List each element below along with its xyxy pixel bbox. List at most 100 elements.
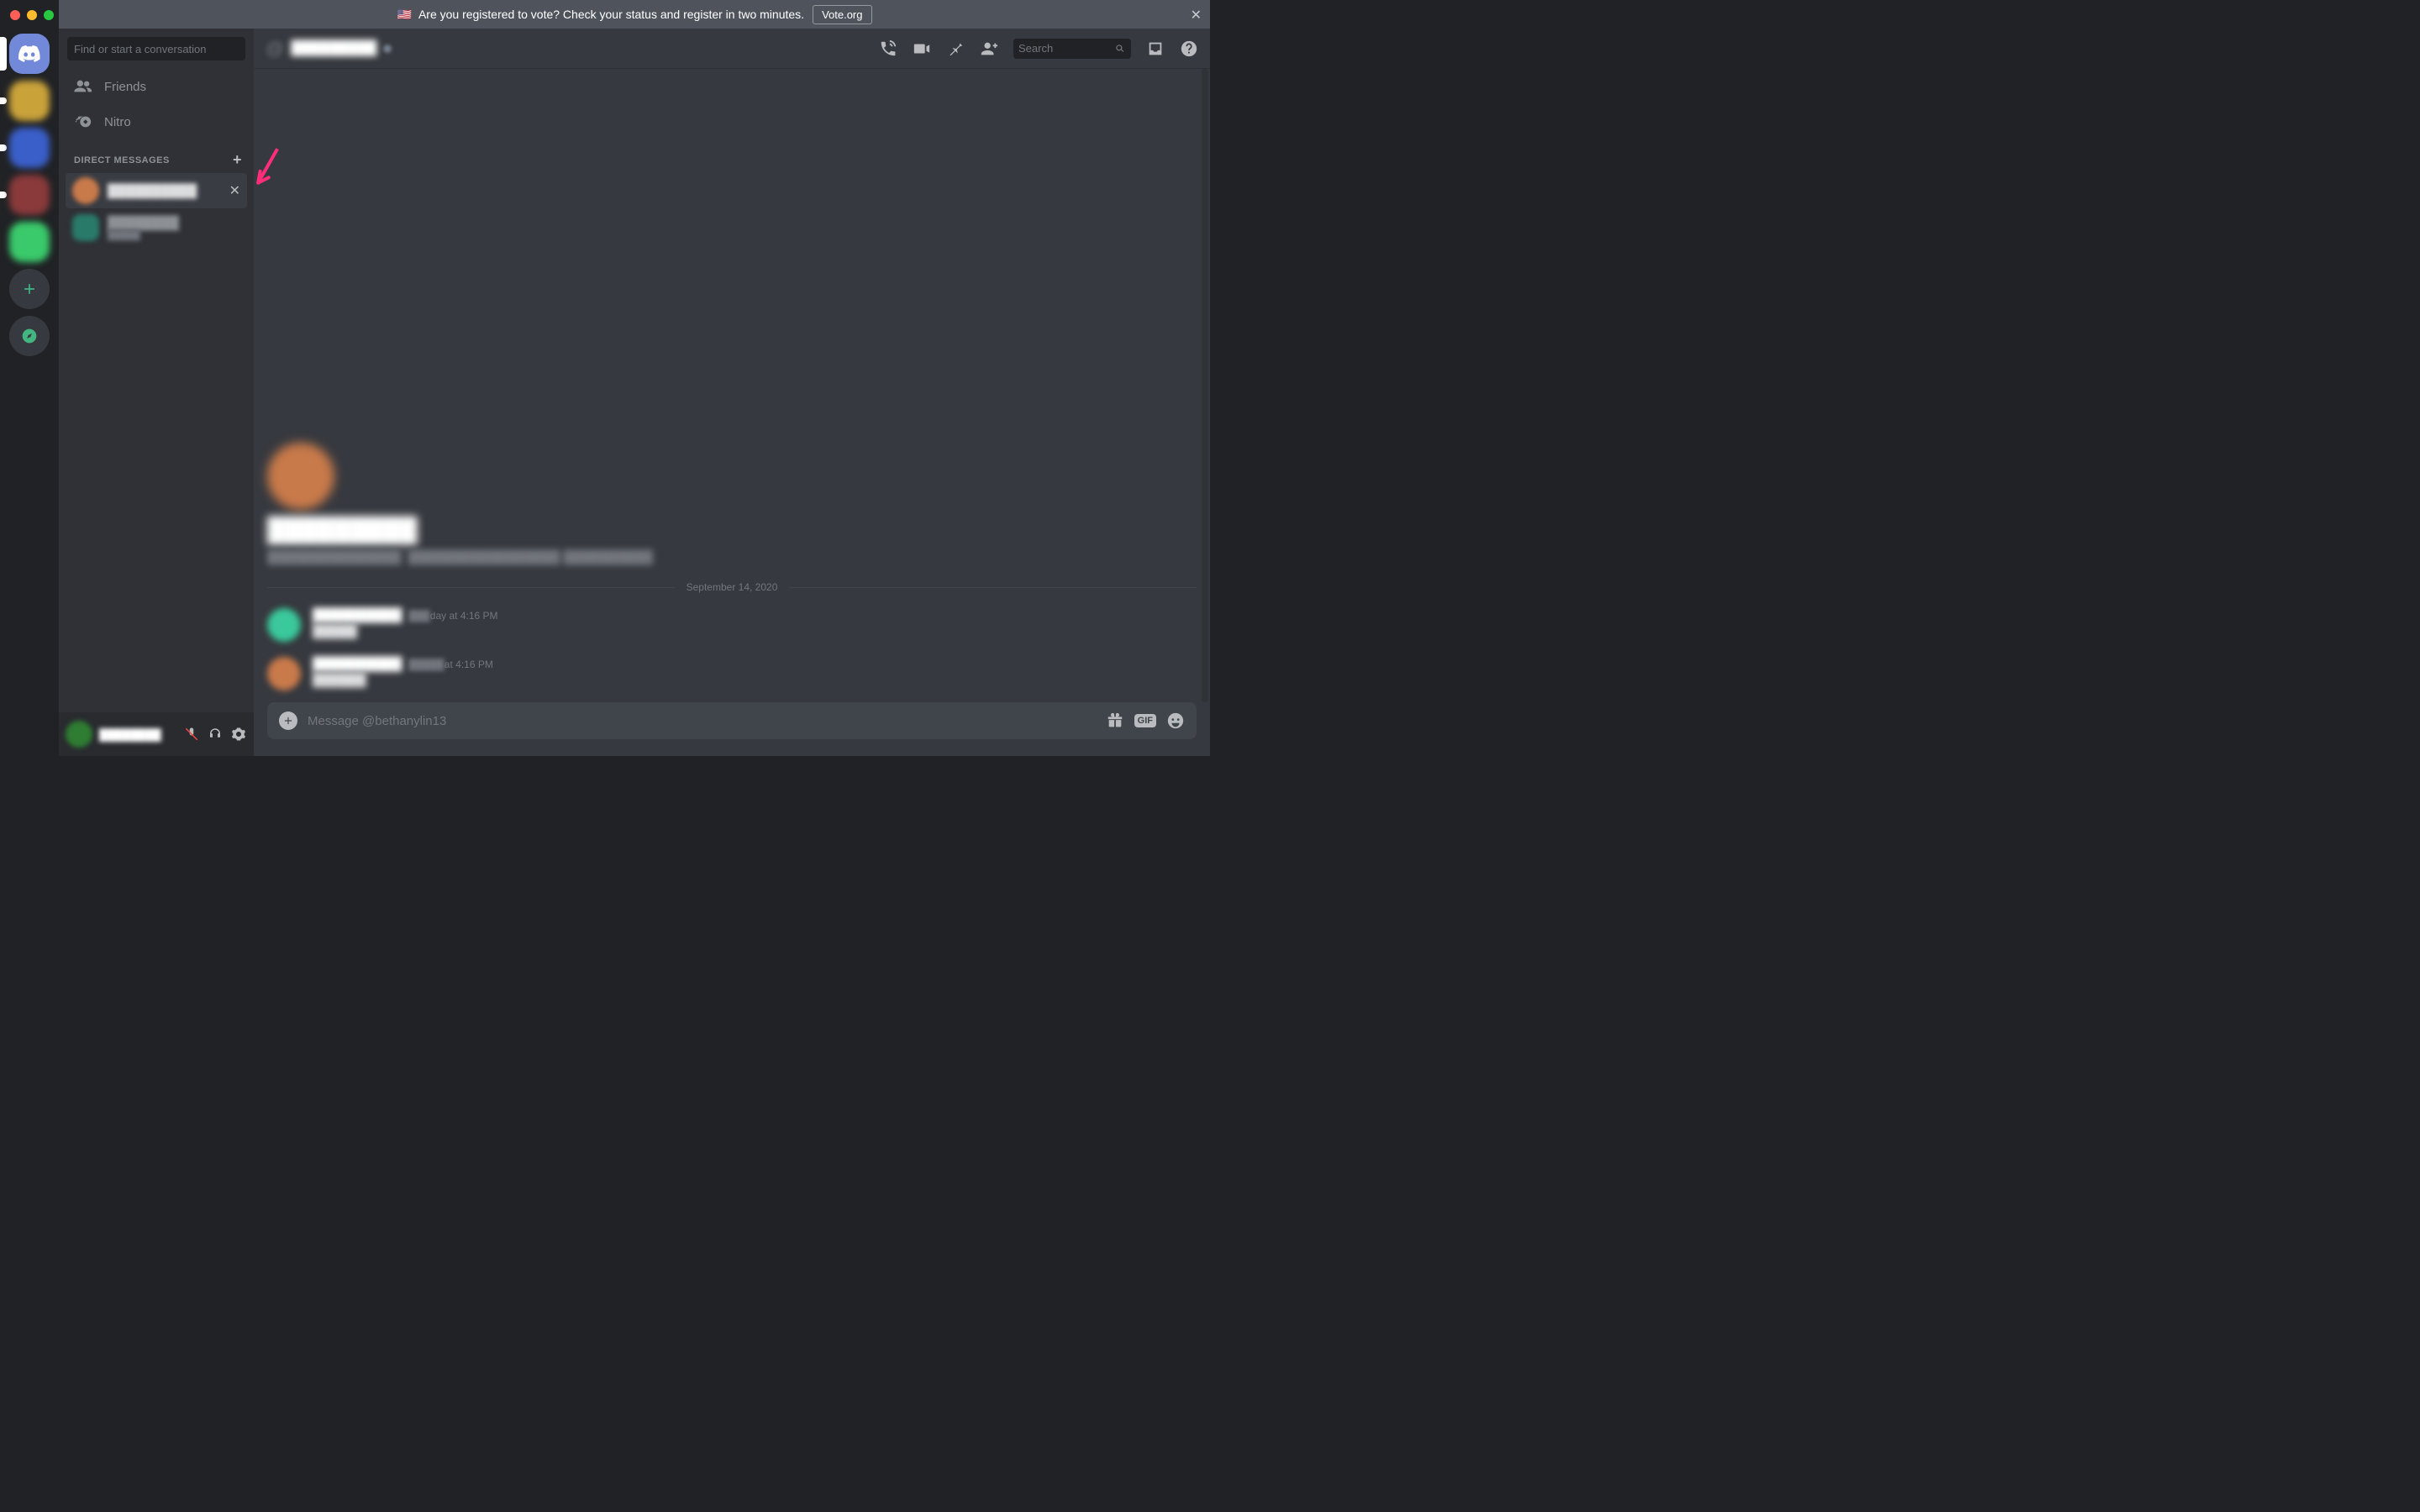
unread-pill xyxy=(0,97,7,104)
gif-label: GIF xyxy=(1134,714,1156,727)
divider-date: September 14, 2020 xyxy=(681,581,783,593)
plus-icon xyxy=(282,715,294,727)
inbox-icon xyxy=(1146,39,1165,58)
avatar xyxy=(267,443,334,510)
search-input[interactable]: Search xyxy=(1013,39,1131,59)
flag-icon: 🇺🇸 xyxy=(397,8,412,22)
minimize-window-button[interactable] xyxy=(27,10,37,20)
dm-name: ██████████ xyxy=(108,184,197,198)
dm-name: ████████ xyxy=(108,216,179,230)
message-timestamp: ███day at 4:16 PM xyxy=(408,610,497,622)
server-icon[interactable] xyxy=(9,128,50,168)
dm-welcome: █████████ ███████████████ ██████████████… xyxy=(267,434,1197,570)
emoji-icon xyxy=(1166,711,1185,730)
close-icon[interactable]: ✕ xyxy=(229,182,240,199)
dm-subtext: █████ xyxy=(108,230,179,240)
start-voice-call-button[interactable] xyxy=(879,39,897,58)
pinned-messages-button[interactable] xyxy=(946,39,965,58)
server-icon[interactable] xyxy=(9,81,50,121)
avatar xyxy=(267,608,301,642)
dm-sidebar: Find or start a conversation Friends Nit… xyxy=(59,29,254,756)
gift-icon xyxy=(1106,711,1124,730)
avatar xyxy=(72,177,99,204)
nitro-tab[interactable]: Nitro xyxy=(66,104,247,139)
friends-icon xyxy=(74,77,92,96)
gear-icon xyxy=(231,727,246,742)
gif-button[interactable]: GIF xyxy=(1134,714,1156,727)
message-content: ██████ xyxy=(313,673,493,687)
avatar xyxy=(72,214,99,241)
chat-messages: █████████ ███████████████ ██████████████… xyxy=(254,69,1210,702)
scrollbar[interactable] xyxy=(1202,69,1208,702)
date-divider: September 14, 2020 xyxy=(267,581,1197,593)
message-composer: GIF xyxy=(267,702,1197,739)
find-conversation-input[interactable]: Find or start a conversation xyxy=(67,37,245,60)
deafen-button[interactable] xyxy=(207,726,224,743)
discord-logo-icon xyxy=(18,42,41,66)
mute-mic-button[interactable] xyxy=(183,726,200,743)
dm-item[interactable]: ██████████ ✕ xyxy=(66,173,247,208)
user-avatar[interactable] xyxy=(66,721,92,748)
message: ██████████ ███day at 4:16 PM █████ xyxy=(267,605,1197,654)
dm-header-label: DIRECT MESSAGES xyxy=(74,155,170,165)
at-icon: @ xyxy=(266,38,284,60)
pin-icon xyxy=(946,39,965,58)
window-traffic-lights xyxy=(10,10,54,20)
emoji-button[interactable] xyxy=(1166,711,1185,730)
home-button[interactable] xyxy=(9,34,50,74)
help-icon xyxy=(1180,39,1198,58)
close-icon[interactable]: ✕ xyxy=(1191,7,1202,24)
message: ██████████ █████at 4:16 PM ██████ xyxy=(267,654,1197,702)
compass-icon xyxy=(21,328,38,344)
headphones-icon xyxy=(208,727,223,742)
chat-main: @ █████████ Search xyxy=(254,29,1210,756)
unread-pill xyxy=(0,192,7,198)
avatar xyxy=(267,657,301,690)
dm-item[interactable]: ████████ █████ xyxy=(66,210,247,245)
message-timestamp: █████at 4:16 PM xyxy=(408,659,493,670)
nitro-label: Nitro xyxy=(104,115,131,129)
notice-text: Are you registered to vote? Check your s… xyxy=(418,8,804,21)
message-author: ██████████ xyxy=(313,608,402,622)
new-dm-button[interactable]: + xyxy=(233,151,242,169)
dm-header: DIRECT MESSAGES + xyxy=(59,139,254,172)
status-indicator xyxy=(383,45,392,53)
add-server-button[interactable] xyxy=(9,269,50,309)
add-friends-to-dm-button[interactable] xyxy=(980,39,998,58)
search-icon xyxy=(1114,43,1126,55)
unread-pill xyxy=(0,144,7,151)
message-input[interactable] xyxy=(308,714,1096,728)
start-video-call-button[interactable] xyxy=(913,39,931,58)
maximize-window-button[interactable] xyxy=(44,10,54,20)
gift-button[interactable] xyxy=(1106,711,1124,730)
add-user-icon xyxy=(980,39,998,58)
nitro-icon xyxy=(74,113,92,131)
friends-label: Friends xyxy=(104,80,146,94)
phone-icon xyxy=(879,39,897,58)
user-panel: ████████ xyxy=(59,712,254,756)
vote-button[interactable]: Vote.org xyxy=(813,5,871,24)
search-placeholder: Search xyxy=(1018,42,1053,55)
message-author: ██████████ xyxy=(313,657,402,671)
user-settings-button[interactable] xyxy=(230,726,247,743)
notice-banner: 🇺🇸 Are you registered to vote? Check you… xyxy=(59,0,1210,29)
selection-pill xyxy=(0,37,7,71)
explore-servers-button[interactable] xyxy=(9,316,50,356)
channel-name: █████████ xyxy=(291,41,376,56)
username: ████████ xyxy=(99,728,161,741)
chat-header: @ █████████ Search xyxy=(254,29,1210,69)
friends-tab[interactable]: Friends xyxy=(66,69,247,104)
message-content: █████ xyxy=(313,624,498,638)
server-icon[interactable] xyxy=(9,222,50,262)
welcome-description: ███████████████ █████████████████ ██████… xyxy=(267,550,1197,564)
mic-muted-icon xyxy=(184,727,199,742)
help-button[interactable] xyxy=(1180,39,1198,58)
attach-button[interactable] xyxy=(279,711,297,730)
plus-icon xyxy=(21,281,38,297)
server-icon[interactable] xyxy=(9,175,50,215)
server-list xyxy=(0,29,59,756)
welcome-username: █████████ xyxy=(267,517,418,543)
inbox-button[interactable] xyxy=(1146,39,1165,58)
close-window-button[interactable] xyxy=(10,10,20,20)
video-icon xyxy=(913,39,931,58)
